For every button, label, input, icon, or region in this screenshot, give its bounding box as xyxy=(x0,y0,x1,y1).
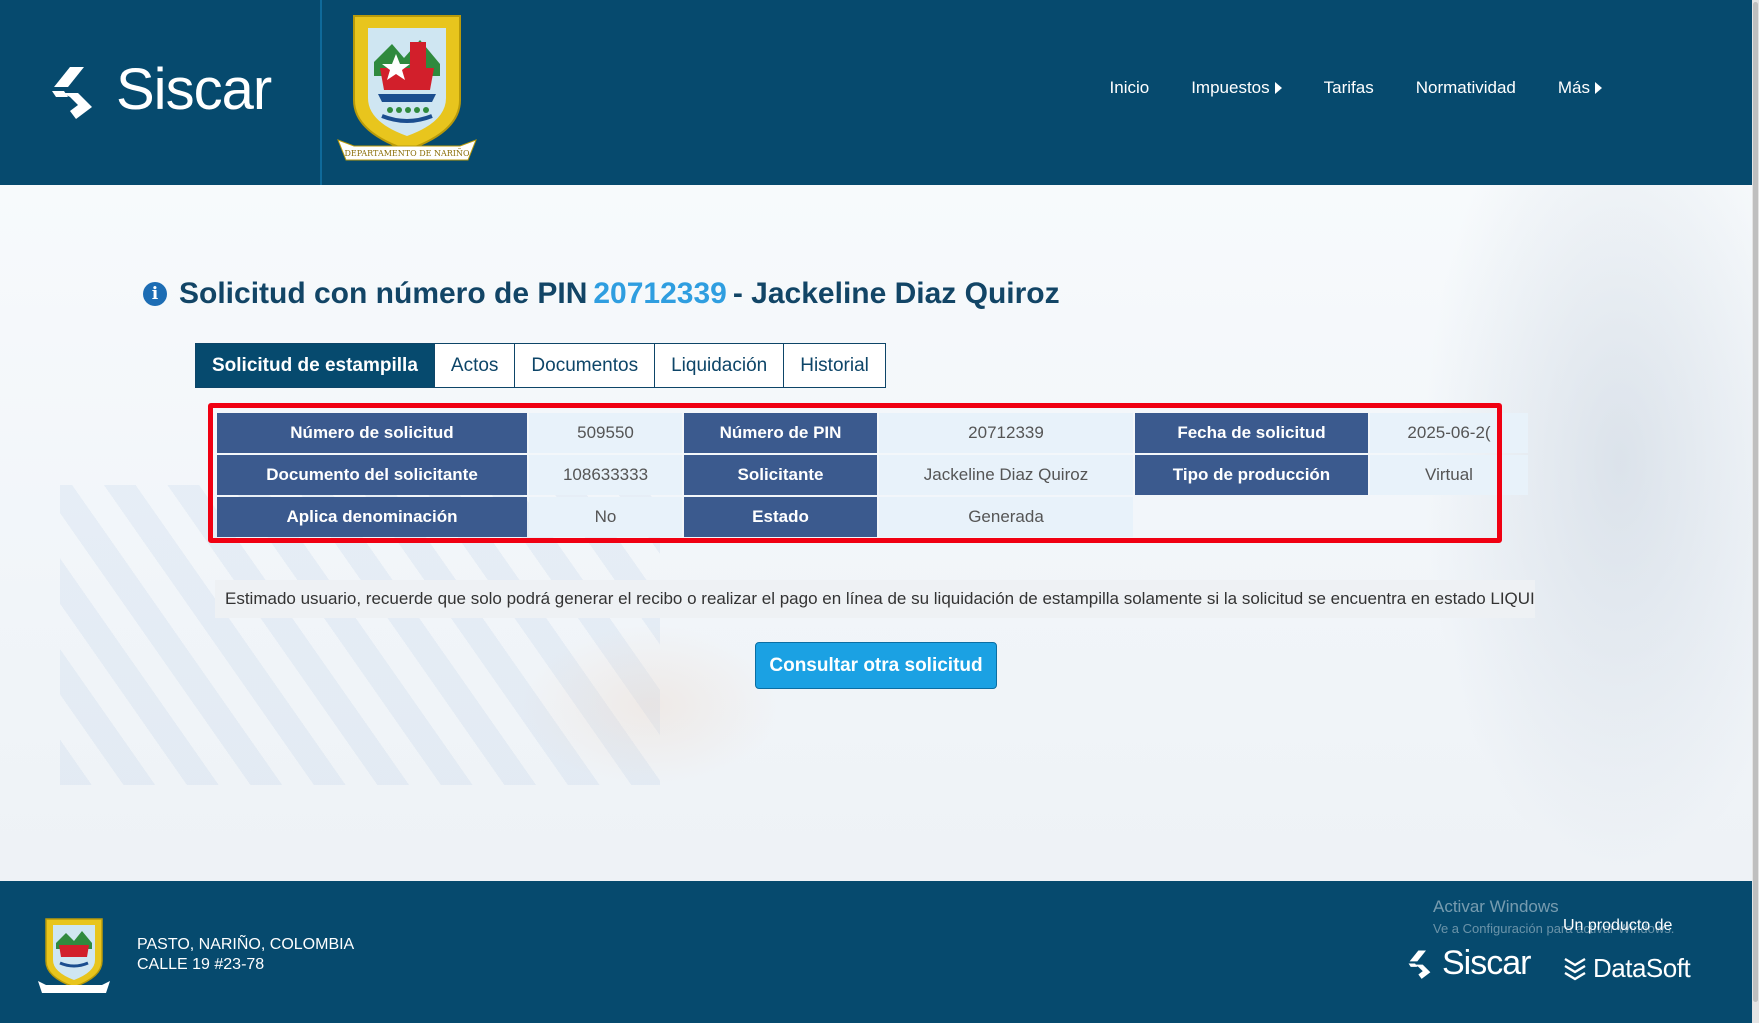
department-crest-icon: DEPARTAMENTO DE NARIÑO xyxy=(337,15,477,161)
nav-item-impuestos[interactable]: Impuestos xyxy=(1191,78,1282,98)
title-prefix: Solicitud con número de PIN xyxy=(179,277,588,310)
main-nav: Inicio Impuestos Tarifas Normatividad Má… xyxy=(1068,78,1602,98)
address-line-2: CALLE 19 #23-78 xyxy=(137,956,265,973)
siscar-logo-icon xyxy=(1408,950,1431,979)
datasoft-logo-icon xyxy=(1564,957,1586,980)
activate-windows-title: Activar Windows xyxy=(1433,897,1559,916)
tab-solicitud-estampilla[interactable]: Solicitud de estampilla xyxy=(195,343,435,388)
tab-documentos[interactable]: Documentos xyxy=(515,343,656,388)
nav-item-tarifas[interactable]: Tarifas xyxy=(1324,78,1374,98)
address-line-1: PASTO, NARIÑO, COLOMBIA xyxy=(137,936,355,953)
consult-another-request-button[interactable]: Consultar otra solicitud xyxy=(755,642,997,689)
caret-right-icon xyxy=(1274,82,1282,94)
siscar-logo[interactable]: Siscar xyxy=(40,55,272,125)
header-divider xyxy=(320,0,322,185)
nav-item-mas[interactable]: Más xyxy=(1558,78,1602,98)
site-header: Siscar DEPARTAMENTO DE NARIÑO Inicio Imp… xyxy=(0,0,1752,185)
title-suffix: - Jackeline Diaz Quiroz xyxy=(732,277,1060,310)
tab-bar: Solicitud de estampilla Actos Documentos… xyxy=(195,343,886,388)
main-content: i Solicitud con número de PIN 20712339 -… xyxy=(0,185,1752,881)
tab-actos[interactable]: Actos xyxy=(434,343,516,388)
tab-liquidacion[interactable]: Liquidación xyxy=(655,343,785,388)
footer-crest-icon xyxy=(38,918,110,993)
datasoft-logo[interactable]: DataSoft xyxy=(1563,953,1691,984)
tab-historial[interactable]: Historial xyxy=(784,343,886,388)
payment-notice: Estimado usuario, recuerde que solo podr… xyxy=(215,580,1535,618)
nav-item-normatividad[interactable]: Normatividad xyxy=(1416,78,1516,98)
title-pin: 20712339 xyxy=(593,277,727,310)
crest-caption: DEPARTAMENTO DE NARIÑO xyxy=(344,149,469,158)
logo-text: Siscar xyxy=(116,57,272,122)
address: PASTO, NARIÑO, COLOMBIA CALLE 19 #23-78 xyxy=(137,935,354,975)
footer-siscar-text: Siscar xyxy=(1442,943,1531,982)
datasoft-text: DataSoft xyxy=(1593,953,1691,983)
producto-de-label: Un producto de xyxy=(1563,917,1673,934)
background-hand-decoration xyxy=(520,625,780,785)
scrollbar-thumb[interactable] xyxy=(1753,2,1758,1002)
site-footer: PASTO, NARIÑO, COLOMBIA CALLE 19 #23-78 … xyxy=(0,881,1752,1023)
red-highlight-box xyxy=(208,403,1502,543)
caret-right-icon xyxy=(1595,82,1602,94)
footer-siscar-logo[interactable]: Siscar xyxy=(1402,943,1531,983)
info-icon: i xyxy=(143,282,167,306)
siscar-logo-icon xyxy=(52,67,92,119)
nav-item-inicio[interactable]: Inicio xyxy=(1110,78,1150,98)
page-title: i Solicitud con número de PIN 20712339 -… xyxy=(143,277,1060,311)
